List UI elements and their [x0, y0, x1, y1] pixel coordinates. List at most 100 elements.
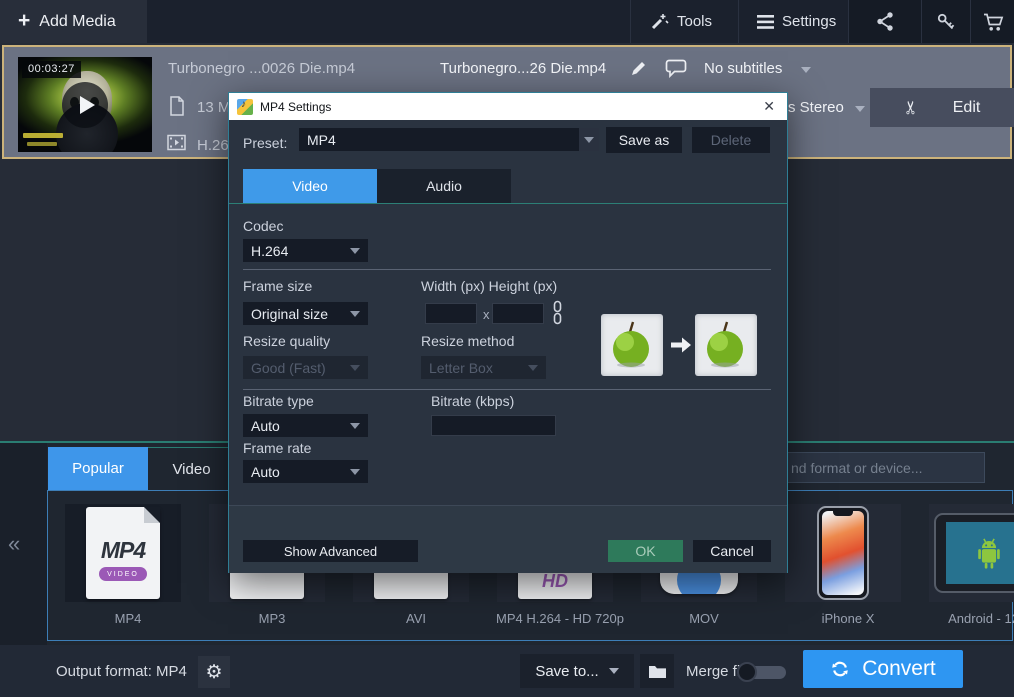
iphone-notch	[833, 511, 853, 516]
app-window: + Add Media Tools Settings	[0, 0, 1014, 697]
file-icon	[169, 96, 185, 116]
format-card-mp4[interactable]: MP4 VIDEO	[65, 504, 181, 602]
mp4-settings-dialog: ♪ MP4 Settings ✕ Preset: MP4 Save as Del…	[228, 92, 788, 573]
subtitles-button[interactable]	[665, 58, 687, 78]
frame-rate-dropdown[interactable]: Auto	[243, 460, 368, 483]
artwork-caption-decor	[27, 142, 57, 146]
bitrate-type-dropdown[interactable]: Auto	[243, 414, 368, 437]
search-input[interactable]	[782, 452, 985, 483]
rename-button[interactable]	[630, 60, 647, 77]
merge-files-toggle[interactable]	[746, 666, 786, 679]
video-badge: VIDEO	[99, 567, 147, 581]
duration-badge: 00:03:27	[22, 61, 81, 78]
settings-button[interactable]: Settings	[757, 0, 836, 43]
tools-button[interactable]: Tools	[650, 0, 712, 43]
show-advanced-button[interactable]: Show Advanced	[243, 540, 418, 562]
bitrate-input[interactable]	[431, 415, 556, 436]
dialog-title: MP4 Settings	[260, 100, 331, 114]
file-size-text: 13 M	[197, 99, 230, 116]
collapse-panel-button[interactable]: «	[8, 531, 20, 557]
resize-method-value: Letter Box	[429, 360, 493, 376]
output-format-text: Output format: MP4	[56, 663, 187, 680]
chain-link-icon	[551, 300, 564, 326]
tab-video[interactable]: Video	[148, 447, 236, 490]
toolbar-divider	[921, 0, 922, 43]
magic-wand-icon	[650, 12, 669, 31]
frame-size-dropdown[interactable]: Original size	[243, 302, 368, 325]
delete-button[interactable]: Delete	[692, 127, 770, 153]
codec-text: H.26	[197, 137, 229, 154]
share-button[interactable]	[860, 0, 910, 43]
folder-icon	[648, 664, 667, 679]
toolbar-divider	[738, 0, 739, 43]
cart-icon	[983, 12, 1005, 32]
output-settings-button[interactable]: ⚙	[198, 656, 230, 688]
toolbar-divider	[630, 0, 631, 43]
key-icon	[936, 12, 956, 32]
resize-preview-after	[695, 314, 757, 376]
format-card-iphone-x[interactable]	[785, 504, 901, 602]
film-icon	[167, 134, 186, 151]
iphone-screen	[822, 511, 864, 595]
cart-button[interactable]	[974, 0, 1014, 43]
arrow-right-icon	[670, 336, 692, 354]
ok-button[interactable]: OK	[608, 540, 683, 562]
format-label-avi: AVI	[341, 611, 491, 626]
add-media-label: Add Media	[39, 13, 116, 31]
tab-video-settings[interactable]: Video	[243, 169, 377, 203]
height-input[interactable]	[492, 303, 544, 324]
tab-popular[interactable]: Popular	[48, 447, 148, 490]
speech-bubble-icon	[665, 58, 687, 78]
bitrate-label: Bitrate (kbps)	[431, 393, 514, 409]
edit-label: Edit	[953, 99, 981, 117]
format-label-mp4: MP4	[53, 611, 203, 626]
resize-method-dropdown[interactable]: Letter Box	[421, 356, 546, 379]
tools-label: Tools	[677, 13, 712, 30]
scissors-icon: ✂	[901, 100, 922, 115]
video-thumbnail[interactable]: 00:03:27	[18, 57, 152, 152]
activation-key-button[interactable]	[926, 0, 966, 43]
width-height-label: Width (px) Height (px)	[421, 278, 557, 294]
width-input[interactable]	[425, 303, 477, 324]
android-screen	[946, 522, 1014, 584]
play-button[interactable]	[62, 82, 108, 128]
mp4-icon-text: MP4	[86, 537, 160, 564]
resize-quality-dropdown[interactable]: Good (Fast)	[243, 356, 368, 379]
toolbar-divider	[848, 0, 849, 43]
preset-label: Preset:	[243, 135, 287, 151]
save-to-button[interactable]: Save to...	[520, 654, 634, 688]
chevron-down-icon[interactable]	[801, 67, 811, 73]
footer-divider	[229, 505, 787, 506]
frame-size-label: Frame size	[243, 278, 312, 294]
preset-dropdown-arrow[interactable]	[579, 128, 599, 151]
subtitles-value[interactable]: No subtitles	[704, 60, 782, 77]
apple-image	[703, 320, 749, 370]
link-dimensions-toggle[interactable]	[551, 300, 564, 326]
codec-dropdown[interactable]: H.264	[243, 239, 368, 262]
output-filename[interactable]: Turbonegro...26 Die.mp4	[440, 60, 606, 77]
mp4-file-icon: MP4 VIDEO	[86, 507, 160, 599]
format-label-iphone-x: iPhone X	[773, 611, 923, 626]
convert-button[interactable]: Convert	[803, 650, 963, 688]
close-icon[interactable]: ✕	[759, 98, 779, 115]
preset-dropdown[interactable]: MP4	[299, 128, 579, 151]
gear-icon: ⚙	[205, 661, 222, 684]
top-toolbar: + Add Media Tools Settings	[0, 0, 1014, 43]
audio-channels-value[interactable]: s Stereo	[788, 99, 844, 116]
convert-label: Convert	[862, 657, 936, 681]
tab-audio-settings[interactable]: Audio	[377, 169, 511, 203]
save-as-button[interactable]: Save as	[606, 127, 682, 153]
add-media-button[interactable]: + Add Media	[0, 0, 147, 43]
open-folder-button[interactable]	[640, 654, 674, 688]
section-divider	[243, 389, 771, 390]
settings-label: Settings	[782, 13, 836, 30]
section-divider	[243, 269, 771, 270]
hd-badge: HD	[518, 571, 592, 592]
cancel-button[interactable]: Cancel	[693, 540, 771, 562]
format-label-android: Android - 1280x	[919, 611, 1014, 626]
dialog-titlebar[interactable]: ♪ MP4 Settings ✕	[229, 93, 787, 120]
chevron-down-icon[interactable]	[855, 106, 865, 112]
resize-quality-label: Resize quality	[243, 333, 330, 349]
format-card-android[interactable]	[929, 504, 1014, 602]
edit-button[interactable]: ✂ Edit	[870, 88, 1014, 127]
